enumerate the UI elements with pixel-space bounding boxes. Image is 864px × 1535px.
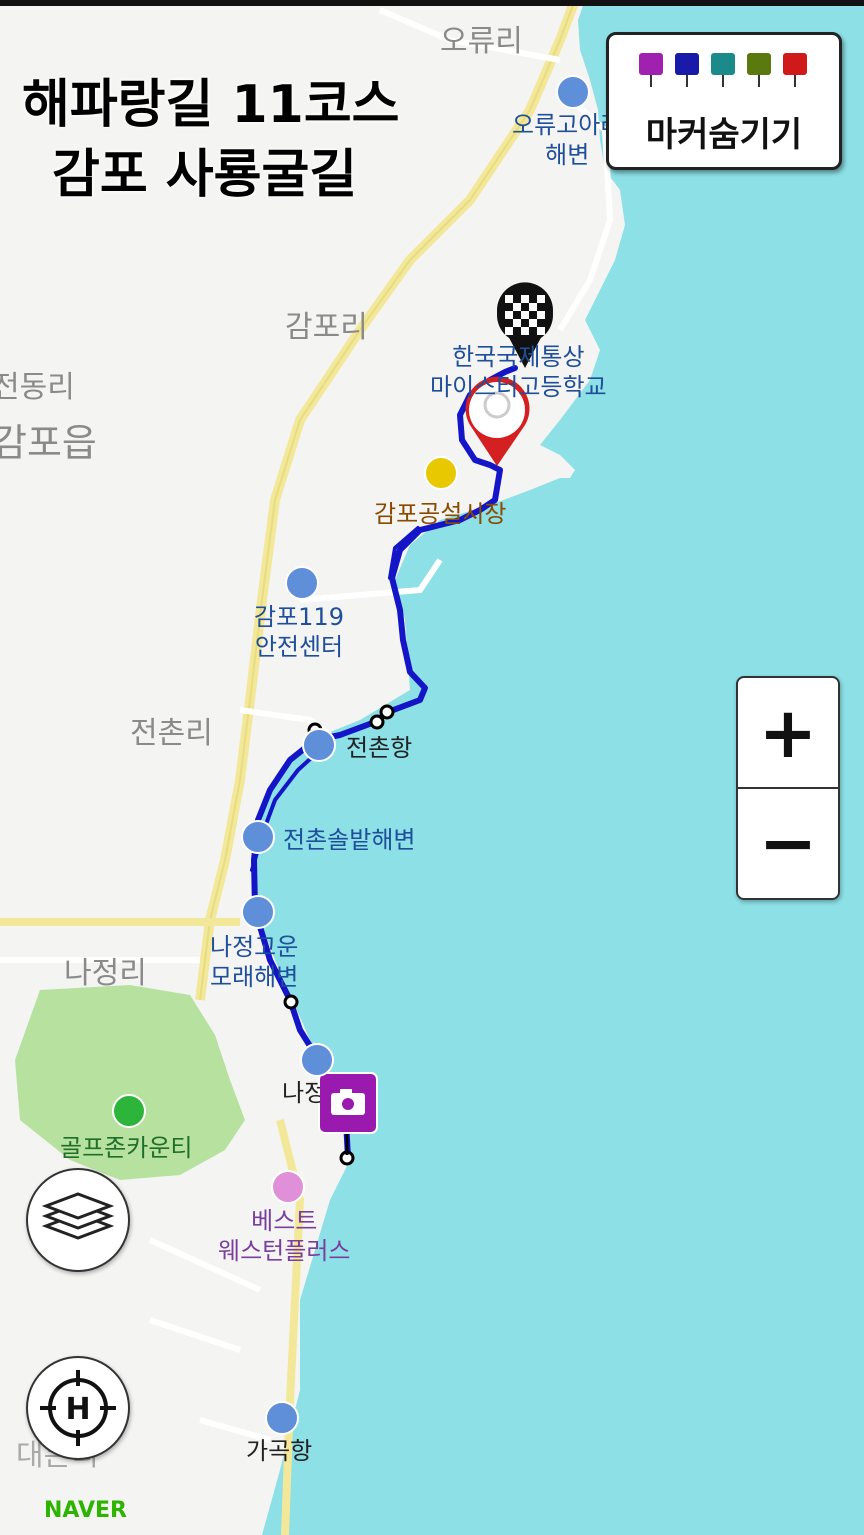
video-icon <box>675 53 699 87</box>
port-icon <box>302 728 336 762</box>
poi-label-school[interactable]: 한국국제통상 마이스터고등학교 <box>430 342 607 402</box>
layers-icon <box>41 1192 115 1240</box>
naver-attribution: NAVER <box>44 1498 127 1523</box>
golf-icon <box>112 1094 146 1128</box>
poi-label-gagok-port[interactable]: 가곡항 <box>246 1436 312 1466</box>
marker-hide-button[interactable]: 마커숨기기 <box>606 32 842 170</box>
village-label-oryu: 오류리 <box>440 24 523 59</box>
svg-text:H: H <box>65 1392 90 1427</box>
village-label-gampo-eup: 감포읍 <box>0 421 97 465</box>
poi-label-market[interactable]: 감포공설시장 <box>374 494 506 529</box>
zoom-control: + − <box>736 676 840 900</box>
hotel-icon <box>271 1170 305 1204</box>
flag-icon <box>783 53 807 87</box>
poi-label-hotel[interactable]: 베스트 웨스턴플러스 <box>218 1206 350 1266</box>
port-icon <box>300 1043 334 1077</box>
course-title-line2: 감포 사룡굴길 <box>52 145 358 205</box>
fire-station-icon <box>285 566 319 600</box>
market-icon <box>424 456 458 490</box>
village-label-gampo-ri: 감포리 <box>285 310 368 345</box>
beach-icon <box>241 895 275 929</box>
crosshair-home-icon: H <box>40 1370 116 1446</box>
poi-label-fire-station[interactable]: 감포119 안전센터 <box>254 602 344 662</box>
microphone-icon <box>711 53 735 87</box>
zoom-out-button[interactable]: − <box>738 788 838 898</box>
course-title-line1: 해파랑길 11코스 <box>22 75 400 135</box>
village-label-jeonchon: 전촌리 <box>130 716 213 751</box>
status-bar <box>0 0 864 6</box>
note-icon <box>747 53 771 87</box>
course-title: 해파랑길 11코스 감포 사룡굴길 <box>22 70 400 210</box>
beach-icon <box>241 820 275 854</box>
home-location-button[interactable]: H <box>26 1356 130 1460</box>
marker-hide-label: 마커숨기기 <box>645 115 803 155</box>
poi-label-golf[interactable]: 골프존카운티 <box>60 1128 192 1163</box>
map-canvas[interactable] <box>0 0 864 1535</box>
village-label-jeondong: 전동리 <box>0 370 75 405</box>
poi-label-najeong-beach[interactable]: 나정고운 모래해변 <box>210 932 298 992</box>
poi-label-najeong-port[interactable]: 나정항 <box>282 1078 320 1108</box>
village-label-najeong: 나정리 <box>64 956 147 991</box>
camera-icon <box>639 53 663 87</box>
poi-label-jeonchon-beach[interactable]: 전촌솔밭해변 <box>283 825 415 855</box>
port-icon <box>265 1401 299 1435</box>
poi-label-jeonchon-port[interactable]: 전촌항 <box>346 733 412 763</box>
zoom-in-button[interactable]: + <box>738 678 838 788</box>
layers-button[interactable] <box>26 1168 130 1272</box>
beach-icon <box>556 75 590 109</box>
